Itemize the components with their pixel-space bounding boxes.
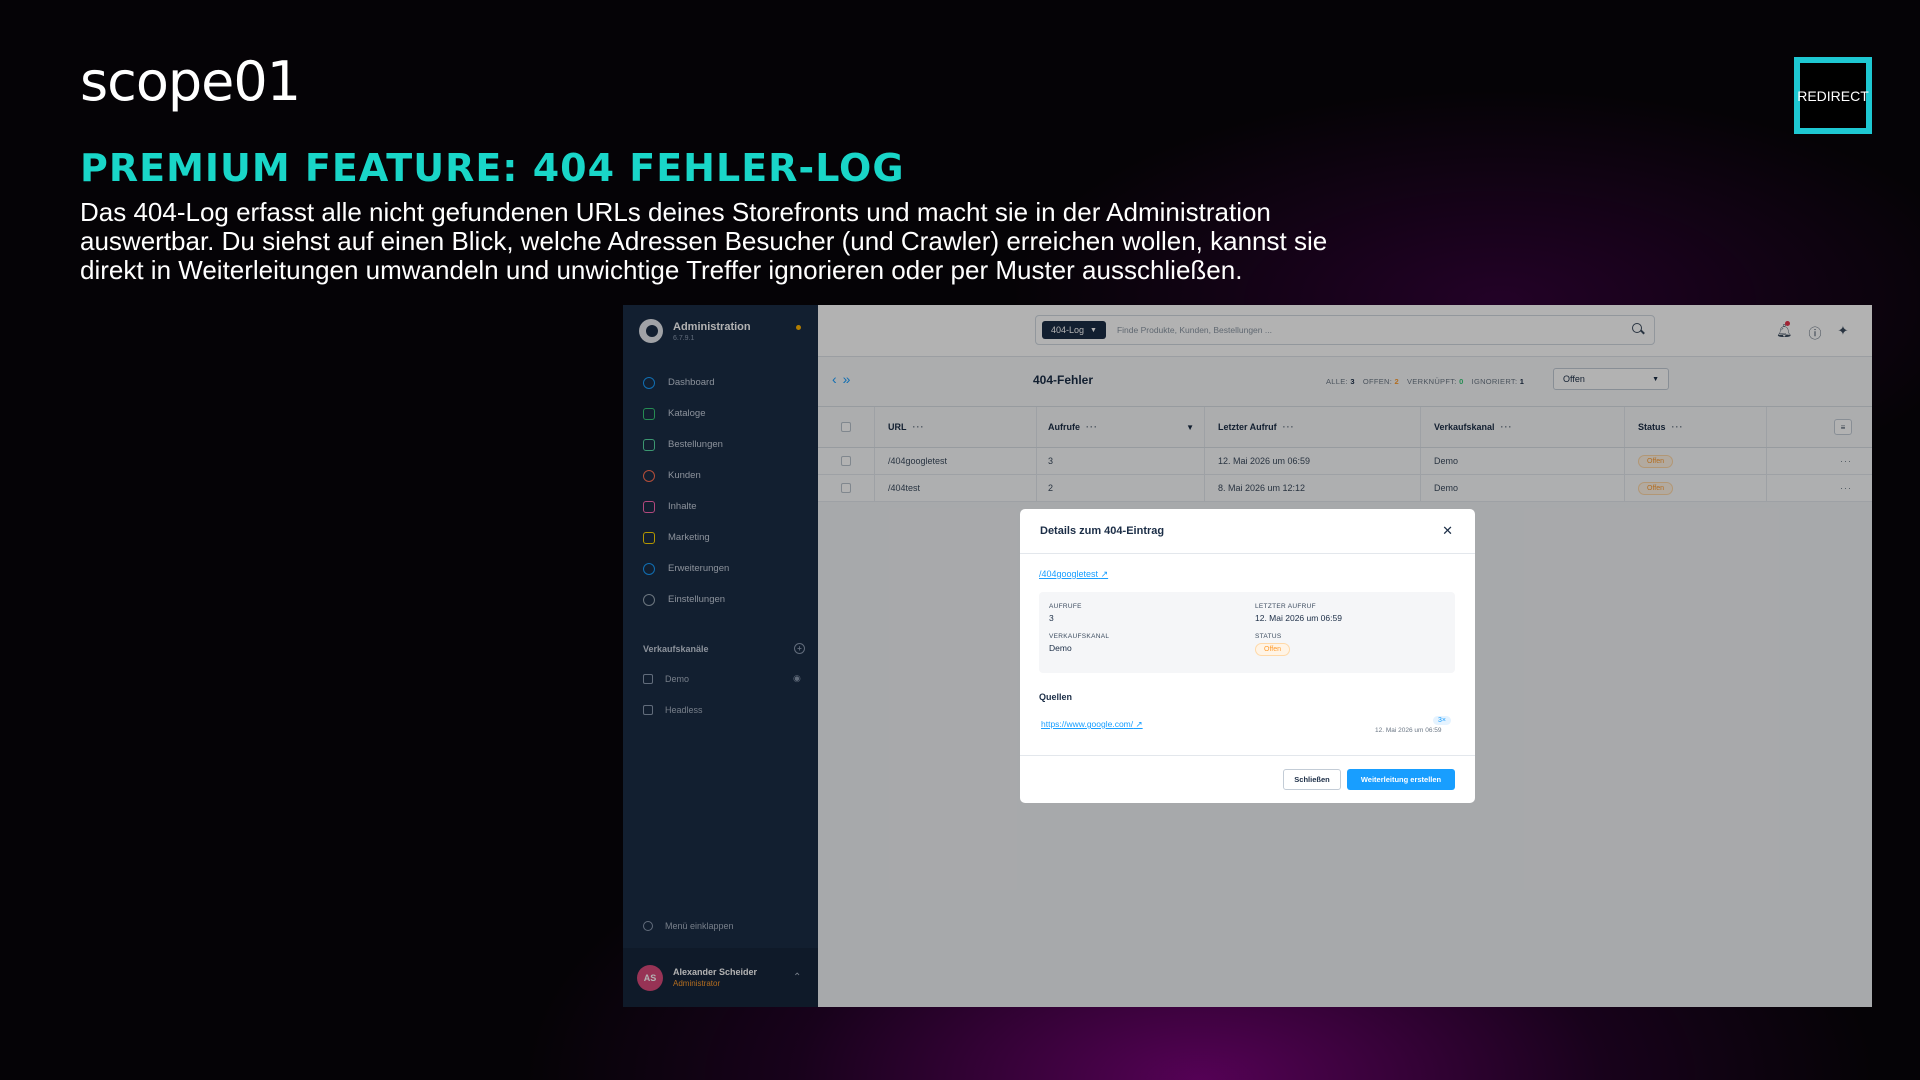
source-date: 12. Mai 2026 um 06:59 [1375, 727, 1442, 734]
redirect-badge: REDIRECT [1794, 57, 1872, 134]
headline: PREMIUM FEATURE: 404 FEHLER-LOG [80, 146, 905, 190]
status-badge: Offen [1255, 643, 1290, 656]
entry-url-link[interactable]: /404googletest ↗ [1039, 569, 1108, 580]
source-link[interactable]: https://www.google.com/ ↗ [1041, 719, 1143, 730]
detail-modal: Details zum 404-Eintrag ✕ /404googletest… [1020, 509, 1475, 803]
create-redirect-button[interactable]: Weiterleitung erstellen [1347, 769, 1455, 790]
scope01-logo: scope01 [80, 50, 301, 113]
external-link-icon: ↗ [1100, 569, 1109, 579]
modal-footer: Schließen Weiterleitung erstellen [1020, 755, 1475, 803]
close-button[interactable]: Schließen [1283, 769, 1341, 790]
entry-details: AUFRUFE 3 LETZTER AUFRUF 12. Mai 2026 um… [1039, 592, 1455, 673]
detail-status: STATUS Offen [1255, 633, 1290, 656]
modal-header: Details zum 404-Eintrag ✕ [1020, 509, 1475, 554]
close-icon[interactable]: ✕ [1442, 523, 1453, 539]
sources-title: Quellen [1039, 692, 1073, 702]
detail-last: LETZTER AUFRUF 12. Mai 2026 um 06:59 [1255, 603, 1342, 623]
redirect-badge-label: REDIRECT [1797, 87, 1869, 104]
source-count-badge: 3× [1433, 716, 1451, 725]
external-link-icon: ↗ [1135, 719, 1143, 729]
intro-text: Das 404-Log erfasst alle nicht gefundene… [80, 197, 1328, 285]
detail-hits: AUFRUFE 3 [1049, 603, 1082, 623]
admin-window: Administration 6.7.9.1 Dashboard Katalog… [623, 305, 1872, 1007]
modal-title: Details zum 404-Eintrag [1040, 525, 1165, 537]
detail-channel: VERKAUFSKANAL Demo [1049, 633, 1110, 653]
